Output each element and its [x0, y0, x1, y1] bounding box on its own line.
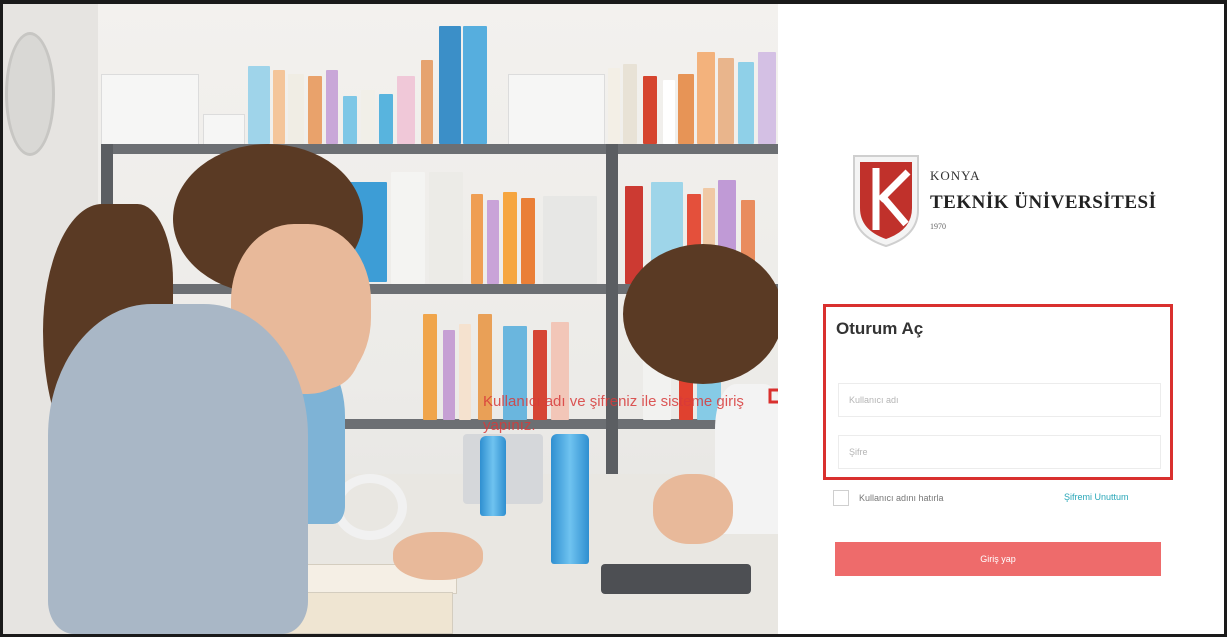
screen: Kullanıcı adı ve şifreniz ile sisteme gi…	[3, 4, 1224, 634]
login-title: Oturum Aç	[836, 319, 924, 338]
remember-username[interactable]: Kullanıcı adını hatırla	[833, 490, 944, 506]
remember-label: Kullanıcı adını hatırla	[859, 493, 944, 503]
login-button[interactable]: Giriş yap	[835, 542, 1161, 576]
login-form-highlight: Oturum Aç	[823, 304, 1173, 480]
remember-checkbox[interactable]	[833, 490, 849, 506]
username-input[interactable]	[838, 383, 1161, 417]
university-logo: KONYA TEKNİK ÜNİVERSİTESİ 1970	[850, 152, 1180, 252]
hero-photo: Kullanıcı adı ve şifreniz ile sisteme gi…	[3, 4, 778, 634]
instruction-annotation: Kullanıcı adı ve şifreniz ile sisteme gi…	[483, 393, 744, 434]
logo-text-line2: TEKNİK ÜNİVERSİTESİ	[930, 192, 1157, 213]
forgot-password-link[interactable]: Şifremi Unuttum	[1064, 492, 1129, 502]
logo-text-year: 1970	[930, 222, 946, 231]
logo-text-line1: KONYA	[930, 168, 981, 183]
password-input[interactable]	[838, 435, 1161, 469]
login-panel: KONYA TEKNİK ÜNİVERSİTESİ 1970 Oturum Aç…	[778, 4, 1224, 634]
wall-clock	[5, 32, 55, 156]
university-emblem-icon	[853, 155, 919, 248]
